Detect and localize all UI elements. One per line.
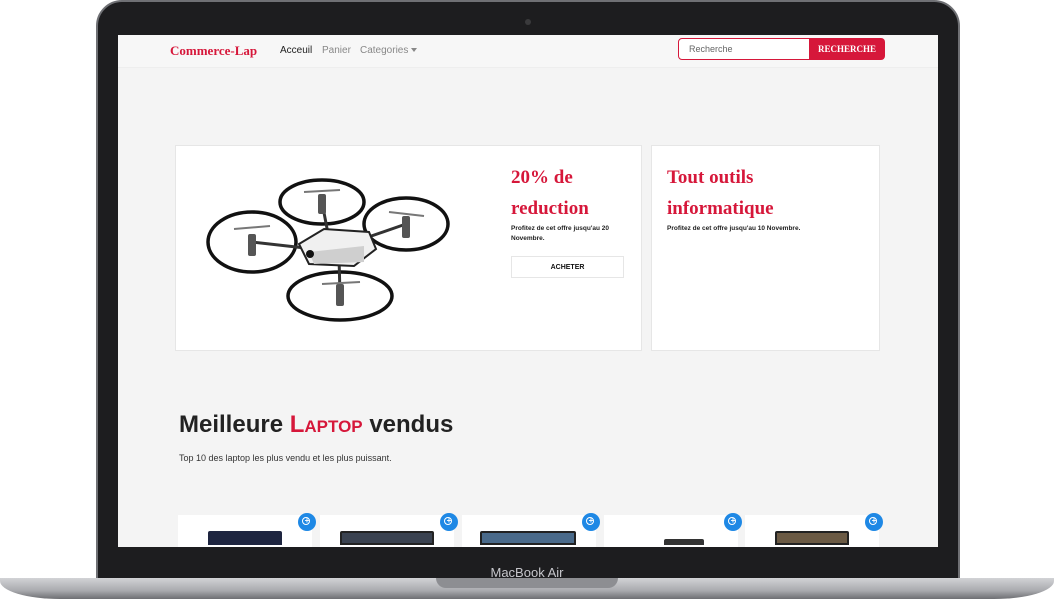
promo-title-line1: 20% de: [511, 167, 573, 188]
section-subtitle: Top 10 des laptop les plus vendu et les …: [179, 453, 392, 463]
laptop-thumbnail: [664, 539, 704, 545]
promo-card-tools: Tout outils informatique Profitez de cet…: [651, 145, 880, 351]
section-title-after: vendus: [369, 411, 454, 438]
nav-link-panier[interactable]: Panier: [322, 45, 351, 56]
product-card[interactable]: [604, 513, 742, 547]
navbar: Commerce-Lap Acceuil Panier Categories R…: [118, 35, 938, 68]
laptop-notch: [436, 578, 618, 588]
drone-image: [206, 178, 450, 322]
caret-down-icon: [411, 48, 418, 53]
nav-link-acceuil[interactable]: Acceuil: [280, 45, 312, 56]
add-circle-icon[interactable]: [724, 513, 742, 531]
laptop-thumbnail: [340, 531, 434, 545]
search-button[interactable]: RECHERCHE: [809, 38, 885, 60]
add-circle-icon[interactable]: [440, 513, 458, 531]
promo-title-line1: Tout outils: [667, 167, 754, 188]
section-title: Meilleure Laptop vendus: [179, 411, 453, 439]
section-title-before: Meilleure: [179, 411, 284, 438]
nav-categories-dropdown[interactable]: Categories: [360, 45, 418, 56]
promo-title-line2: reduction: [511, 198, 589, 219]
laptop-thumbnail: [208, 531, 282, 545]
browser-viewport: Commerce-Lap Acceuil Panier Categories R…: [118, 35, 938, 547]
categories-label: Categories: [360, 45, 409, 56]
site-logo[interactable]: Commerce-Lap: [170, 43, 257, 59]
product-card[interactable]: [320, 513, 458, 547]
product-card[interactable]: [178, 513, 316, 547]
promo-card-discount: 20% de reduction Profitez de cet offre j…: [175, 145, 642, 351]
section-title-highlight: Laptop: [289, 411, 363, 438]
promo-subtitle: Profitez de cet offre jusqu'au 20 Novemb…: [511, 225, 609, 242]
buy-button[interactable]: ACHETER: [511, 256, 624, 278]
search-input[interactable]: [678, 38, 810, 60]
laptop-thumbnail: [480, 531, 576, 545]
promo-subtitle: Profitez de cet offre jusqu'au 10 Novemb…: [667, 225, 801, 232]
laptop-thumbnail: [775, 531, 849, 545]
product-card[interactable]: [745, 513, 883, 547]
promo-title-line2: informatique: [667, 198, 774, 219]
add-circle-icon[interactable]: [298, 513, 316, 531]
add-circle-icon[interactable]: [582, 513, 600, 531]
camera-icon: [525, 19, 531, 25]
product-card[interactable]: [462, 513, 600, 547]
add-circle-icon[interactable]: [865, 513, 883, 531]
